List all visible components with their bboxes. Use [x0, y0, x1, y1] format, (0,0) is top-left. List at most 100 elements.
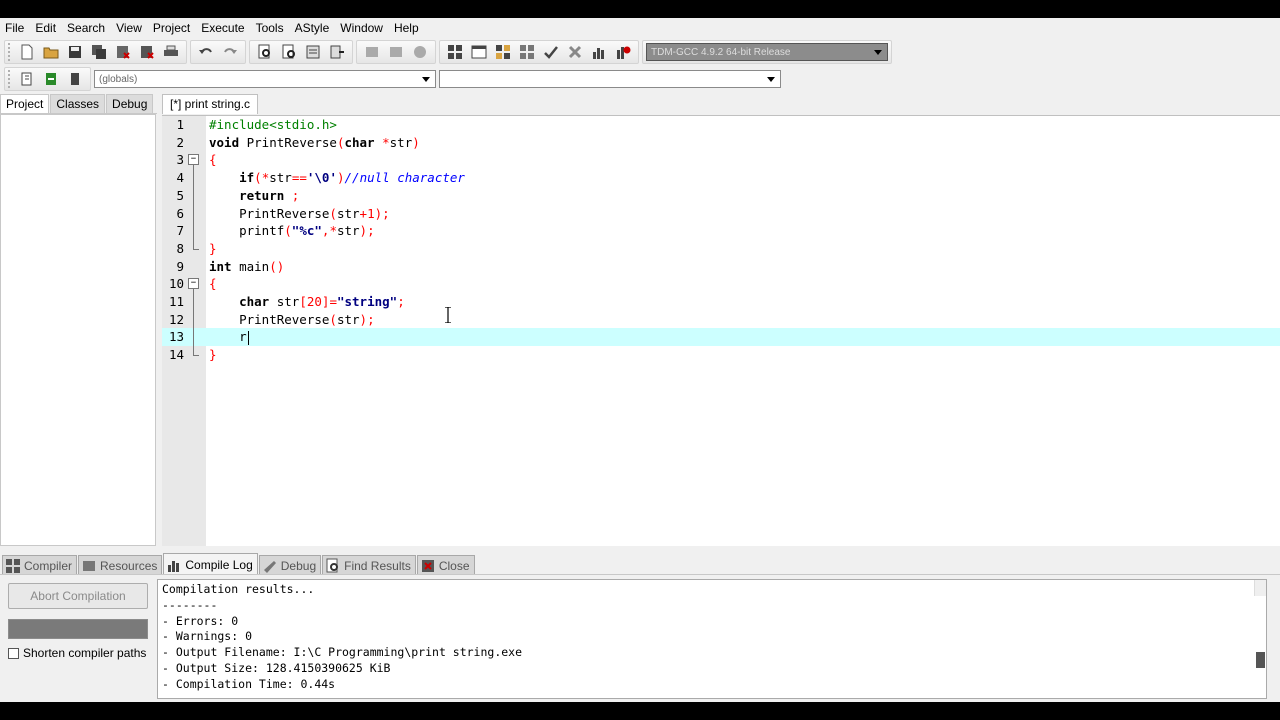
save-icon	[69, 46, 81, 58]
print-button[interactable]	[161, 42, 181, 62]
close-file-button[interactable]	[113, 42, 133, 62]
new-file-button[interactable]	[17, 42, 37, 62]
tab-debug[interactable]: Debug	[106, 94, 154, 113]
undo-button[interactable]	[196, 42, 216, 62]
delete-profile-button[interactable]	[613, 42, 633, 62]
tab-find-results[interactable]: Find Results	[322, 555, 416, 574]
code-line[interactable]: 13 r	[162, 328, 1280, 347]
tab-project[interactable]: Project	[0, 94, 50, 113]
save-all-button[interactable]	[89, 42, 109, 62]
goto-bookmark-icon	[71, 73, 79, 85]
find-button[interactable]	[255, 42, 275, 62]
run-button[interactable]	[469, 42, 489, 62]
globals-select-value: (globals)	[99, 73, 138, 85]
save-button[interactable]	[65, 42, 85, 62]
menu-window[interactable]: Window	[340, 21, 389, 35]
toolbar-grip[interactable]	[8, 43, 12, 61]
compile-log-icon	[168, 560, 180, 572]
member-select[interactable]	[439, 70, 781, 88]
tab-close-label: Close	[438, 558, 470, 573]
code-line[interactable]: 3−{	[162, 151, 1280, 169]
tab-compile-log[interactable]: Compile Log	[163, 553, 258, 574]
toggle-bookmark-button[interactable]	[41, 69, 61, 89]
menu-search[interactable]: Search	[67, 21, 111, 35]
stop-execution-button[interactable]	[565, 42, 585, 62]
rebuild-all-button[interactable]	[517, 42, 537, 62]
code-line[interactable]: 14}	[162, 346, 1280, 364]
line-number: 2	[176, 134, 184, 150]
tab-resources[interactable]: Resources	[78, 555, 163, 574]
find-icon	[258, 44, 270, 59]
menu-astyle[interactable]: AStyle	[295, 21, 336, 35]
goto-line-icon	[306, 45, 320, 59]
file-toolbar-group	[4, 40, 187, 64]
line-number: 10	[168, 276, 184, 292]
menu-edit[interactable]: Edit	[35, 21, 62, 35]
insert-icon	[21, 72, 32, 86]
shorten-paths-checkbox[interactable]	[8, 647, 19, 659]
remove-from-project-button[interactable]	[386, 42, 406, 62]
menu-execute[interactable]: Execute	[201, 21, 250, 35]
add-to-project-button[interactable]	[362, 42, 382, 62]
tab-print-string[interactable]: [*] print string.c	[162, 94, 259, 114]
open-folder-icon	[43, 47, 59, 59]
code-text: return ;	[239, 187, 300, 203]
menu-help[interactable]: Help	[394, 21, 425, 35]
text-caret	[247, 330, 249, 345]
compiler-select[interactable]: TDM-GCC 4.9.2 64-bit Release	[646, 43, 888, 61]
tab-debug-output[interactable]: Debug	[258, 555, 322, 574]
resources-icon	[83, 560, 96, 571]
syntax-check-button[interactable]	[541, 42, 561, 62]
project-options-button[interactable]	[410, 42, 430, 62]
tab-close[interactable]: Close	[416, 555, 475, 574]
menu-project[interactable]: Project	[153, 21, 196, 35]
globals-select[interactable]: (globals)	[94, 70, 436, 88]
open-file-button[interactable]	[41, 42, 61, 62]
log-scrollbar-thumb[interactable]	[1256, 652, 1265, 668]
project-tree[interactable]	[0, 114, 156, 546]
insert-button[interactable]	[17, 69, 37, 89]
chevron-down-icon	[871, 44, 885, 60]
log-scrollbar[interactable]	[1254, 580, 1266, 668]
goto-bookmark-button[interactable]	[65, 69, 85, 89]
code-text: {	[209, 152, 217, 168]
compile-button[interactable]	[445, 42, 465, 62]
profile-button[interactable]	[589, 42, 609, 62]
code-line[interactable]: 2 void PrintReverse(char *str)	[162, 134, 1280, 152]
code-line[interactable]: 8}	[162, 240, 1280, 258]
compile-run-button[interactable]	[493, 42, 513, 62]
code-line[interactable]: 11 char str[20]="string";	[162, 293, 1280, 311]
code-line[interactable]: 9 int main()	[162, 258, 1280, 276]
code-line[interactable]: 4 if(*str=='\0')//null character	[162, 169, 1280, 187]
tab-compiler[interactable]: Compiler	[2, 555, 78, 574]
printer-icon	[164, 45, 178, 56]
edit-toolbar-group	[190, 40, 246, 64]
code-line[interactable]: 1 #include<stdio.h>	[162, 116, 1280, 134]
menu-view[interactable]: View	[116, 21, 148, 35]
redo-icon	[224, 48, 237, 54]
tab-classes[interactable]: Classes	[50, 94, 106, 113]
abort-compilation-button[interactable]: Abort Compilation	[8, 583, 148, 609]
code-line[interactable]: 12 PrintReverse(str);	[162, 311, 1280, 329]
code-line[interactable]: 7 printf("%c",*str);	[162, 222, 1280, 240]
fold-toggle-icon[interactable]: −	[188, 154, 199, 166]
chevron-down-icon	[764, 71, 778, 87]
code-line[interactable]: 10−{	[162, 275, 1280, 293]
menu-file[interactable]: File	[5, 21, 30, 35]
code-text: printf("%c",*str);	[209, 223, 375, 239]
stop-icon	[568, 45, 582, 59]
code-line[interactable]: 6 PrintReverse(str+1);	[162, 205, 1280, 223]
goto-function-button[interactable]	[327, 42, 347, 62]
code-line[interactable]: 5 return ;	[162, 187, 1280, 205]
code-editor[interactable]: 1 #include<stdio.h> 2 void PrintReverse(cha…	[162, 115, 1280, 546]
fold-toggle-icon[interactable]: −	[188, 278, 199, 290]
shorten-paths-option[interactable]: Shorten compiler paths	[8, 646, 146, 660]
replace-button[interactable]	[279, 42, 299, 62]
close-all-button[interactable]	[137, 42, 157, 62]
redo-button[interactable]	[220, 42, 240, 62]
compile-log-output[interactable]: Compilation results... -------- - Errors…	[157, 579, 1267, 699]
goto-line-button[interactable]	[303, 42, 323, 62]
chevron-down-icon	[419, 71, 433, 87]
toolbar-grip[interactable]	[8, 70, 12, 88]
menu-tools[interactable]: Tools	[256, 21, 290, 35]
